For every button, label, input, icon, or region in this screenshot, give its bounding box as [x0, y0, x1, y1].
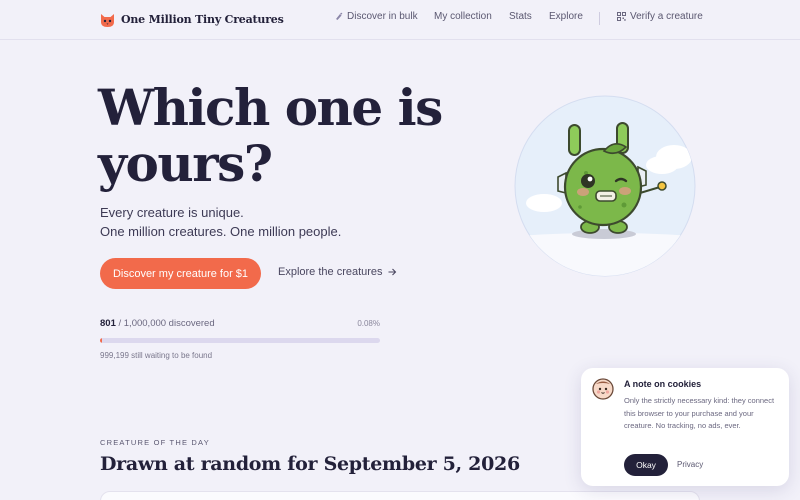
discovery-progress-bar: [100, 338, 380, 343]
sparkle-icon: [336, 12, 343, 20]
discovered-count: 801 / 1,000,000 discovered: [100, 318, 215, 329]
nav-explore-label: Explore: [549, 11, 583, 22]
creature-of-day-title: Drawn at random for September 5, 2026: [100, 453, 520, 475]
discovered-total: / 1,000,000 discovered: [118, 318, 215, 329]
nav-verify-creature-label: Verify a creature: [630, 11, 703, 22]
nav-stats-label: Stats: [509, 11, 532, 22]
hero-title: Which one is yours?: [98, 78, 443, 193]
nav-divider: [599, 12, 600, 25]
cookie-privacy-link[interactable]: Privacy: [677, 460, 703, 469]
creature-illustration: [514, 95, 696, 277]
discovery-progress-fill: [100, 338, 102, 343]
explore-creatures-link[interactable]: Explore the creatures: [278, 266, 397, 278]
discover-creature-button[interactable]: Discover my creature for $1: [100, 258, 261, 289]
nav-stats[interactable]: Stats: [509, 11, 532, 22]
top-nav: One Million Tiny Creatures Discover in b…: [0, 0, 800, 40]
creature-avatar-icon: [592, 378, 614, 400]
nav-my-collection[interactable]: My collection: [434, 11, 492, 22]
discovered-number: 801: [100, 318, 116, 329]
hero-subtitle-line1: Every creature is unique.: [100, 205, 244, 220]
hero-subtitle-line2: One million creatures. One million peopl…: [100, 224, 342, 239]
nav-my-collection-label: My collection: [434, 11, 492, 22]
nav-discover-bulk-label: Discover in bulk: [347, 11, 418, 22]
remaining-count: 999,199 still waiting to be found: [100, 351, 213, 360]
nav-explore[interactable]: Explore: [549, 11, 583, 22]
creature-of-day-kicker: CREATURE OF THE DAY: [100, 438, 210, 447]
nav-discover-bulk[interactable]: Discover in bulk: [334, 11, 418, 22]
discovered-percent: 0.08%: [357, 319, 380, 328]
cookie-notice: A note on cookies Only the strictly nece…: [581, 368, 789, 486]
arrow-right-icon: [388, 268, 396, 276]
nav-links: Discover in bulk My collection Stats Exp…: [0, 11, 800, 25]
hero-subtitle: Every creature is unique. One million cr…: [100, 203, 341, 241]
cookie-title: A note on cookies: [624, 379, 702, 389]
cookie-body: Only the strictly necessary kind: they c…: [624, 396, 775, 430]
cookie-okay-button[interactable]: Okay: [624, 454, 668, 476]
explore-creatures-label: Explore the creatures: [278, 266, 383, 278]
creature-of-day-card: [100, 491, 700, 500]
nav-verify-creature[interactable]: Verify a creature: [617, 11, 703, 22]
qr-code-icon: [617, 12, 626, 21]
